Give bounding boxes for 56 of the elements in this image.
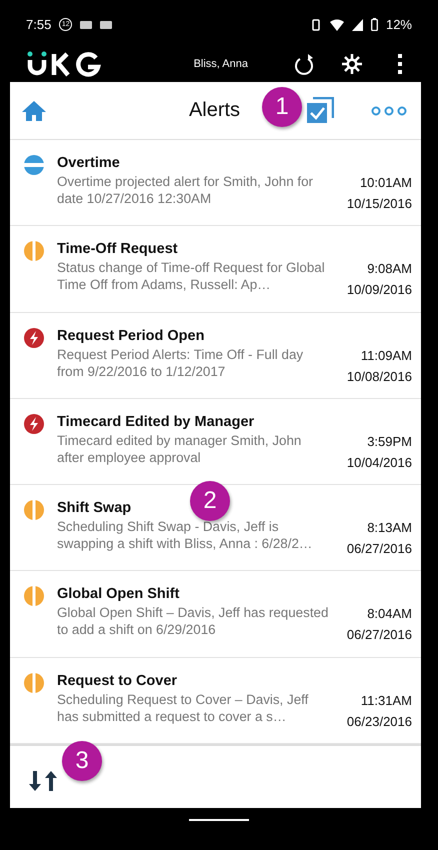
alert-time: 8:04AM [367,606,412,622]
alert-row[interactable]: Request to Cover Scheduling Request to Cover – Davis, Jeff has submitted a request to cover a s… 11:31AM 06/23/2016 [10,658,421,744]
alert-date: 10/08/2016 [346,368,412,384]
user-name: Bliss, Anna [194,58,248,70]
alert-time: 10:01AM [360,175,412,190]
more-button[interactable] [371,106,407,116]
alert-title: Timecard Edited by Manager [57,412,254,432]
alert-description: Overtime projected alert for Smith, John for date 10/27/2016 12:30AM [57,173,314,207]
alert-time: 9:08AM [367,261,412,276]
home-button[interactable] [22,100,46,122]
clock: 7:55 [26,17,52,32]
alert-time: 8:13AM [367,520,412,536]
status-icon [23,499,45,522]
status-icon [23,240,45,262]
alert-description: Scheduling Shift Swap - Davis, Jeff is swapping a shift with Bliss, Anna : 6/28/2… [57,518,314,552]
alert-date: 10/09/2016 [346,282,412,298]
status-icon [23,154,45,176]
alert-row[interactable]: Overtime Overtime projected alert for Smith, John for date 10/27/2016 12:30AM 10:01AM 10/15/2016 [10,140,421,226]
alert-title: Shift Swap [57,499,132,518]
alert-row[interactable]: Global Open Shift Global Open Shift – Davis, Jeff has requested to add a shift on 6/29/2016 8:04AM 06/27/2016 [10,571,421,658]
select-all-button[interactable] [306,96,334,124]
alert-title: Request to Cover [57,672,178,691]
battery-percent: 12% [386,17,412,32]
alert-description: Request Period Alerts: Time Off - Full day from 9/22/2016 to 1/12/2017 [57,346,304,380]
notification-icon [100,20,112,30]
alert-title: Overtime [57,154,120,173]
status-icon [23,672,45,694]
alert-title: Global Open Shift [57,585,180,604]
alert-date: 06/23/2016 [346,714,412,729]
alert-title: Time-Off Request [57,240,178,260]
page-title: Alerts [188,99,240,122]
lightning-icon [23,412,45,435]
menu-icon [397,54,403,74]
alert-row[interactable]: Time-Off Request Status change of Time-off Request for Global Time Off from Adams, Russell: Ap… 9:08AM 10/09/2016 [10,226,421,313]
notification-icon [80,20,92,30]
alert-description: Timecard edited by manager Smith, John after employee approval [57,432,302,466]
alert-title: Request Period Open [57,326,204,346]
alert-description: Scheduling Request to Cover – Davis, Jeff has submitted a request to cover a s… [57,690,310,725]
wifi-icon [330,18,344,30]
alert-row[interactable]: Timecard Edited by Manager Timecard edited by manager Smith, John after employee approval 3:59PM 10/04/2016 [10,398,421,486]
lightning-icon [23,326,45,349]
alert-date: 06/27/2016 [346,541,412,556]
alert-date: 10/15/2016 [346,196,412,211]
alert-description: Status change of Time-off Request for Global Time Off from Adams, Russell: Ap… [57,259,326,294]
signal-icon [352,18,363,30]
alert-date: 10/04/2016 [346,454,412,470]
alert-date: 06/27/2016 [346,627,412,642]
alert-description: Global Open Shift – Davis, Jeff has requested to add a shift on 6/29/2016 [57,604,329,638]
alert-time: 11:31AM [360,692,412,708]
alert-time: 3:59PM [367,434,412,449]
battery-icon [370,18,378,31]
alert-time: 11:09AM [360,348,412,363]
status-icon [23,585,45,608]
vibrate-icon [310,18,322,30]
alert-row[interactable]: Request Period Open Request Period Alerts: Time Off - Full day from 9/22/2016 to 1/12/2017 11:09AM 10/08/2016 [10,312,421,399]
sort-button[interactable] [28,770,58,792]
